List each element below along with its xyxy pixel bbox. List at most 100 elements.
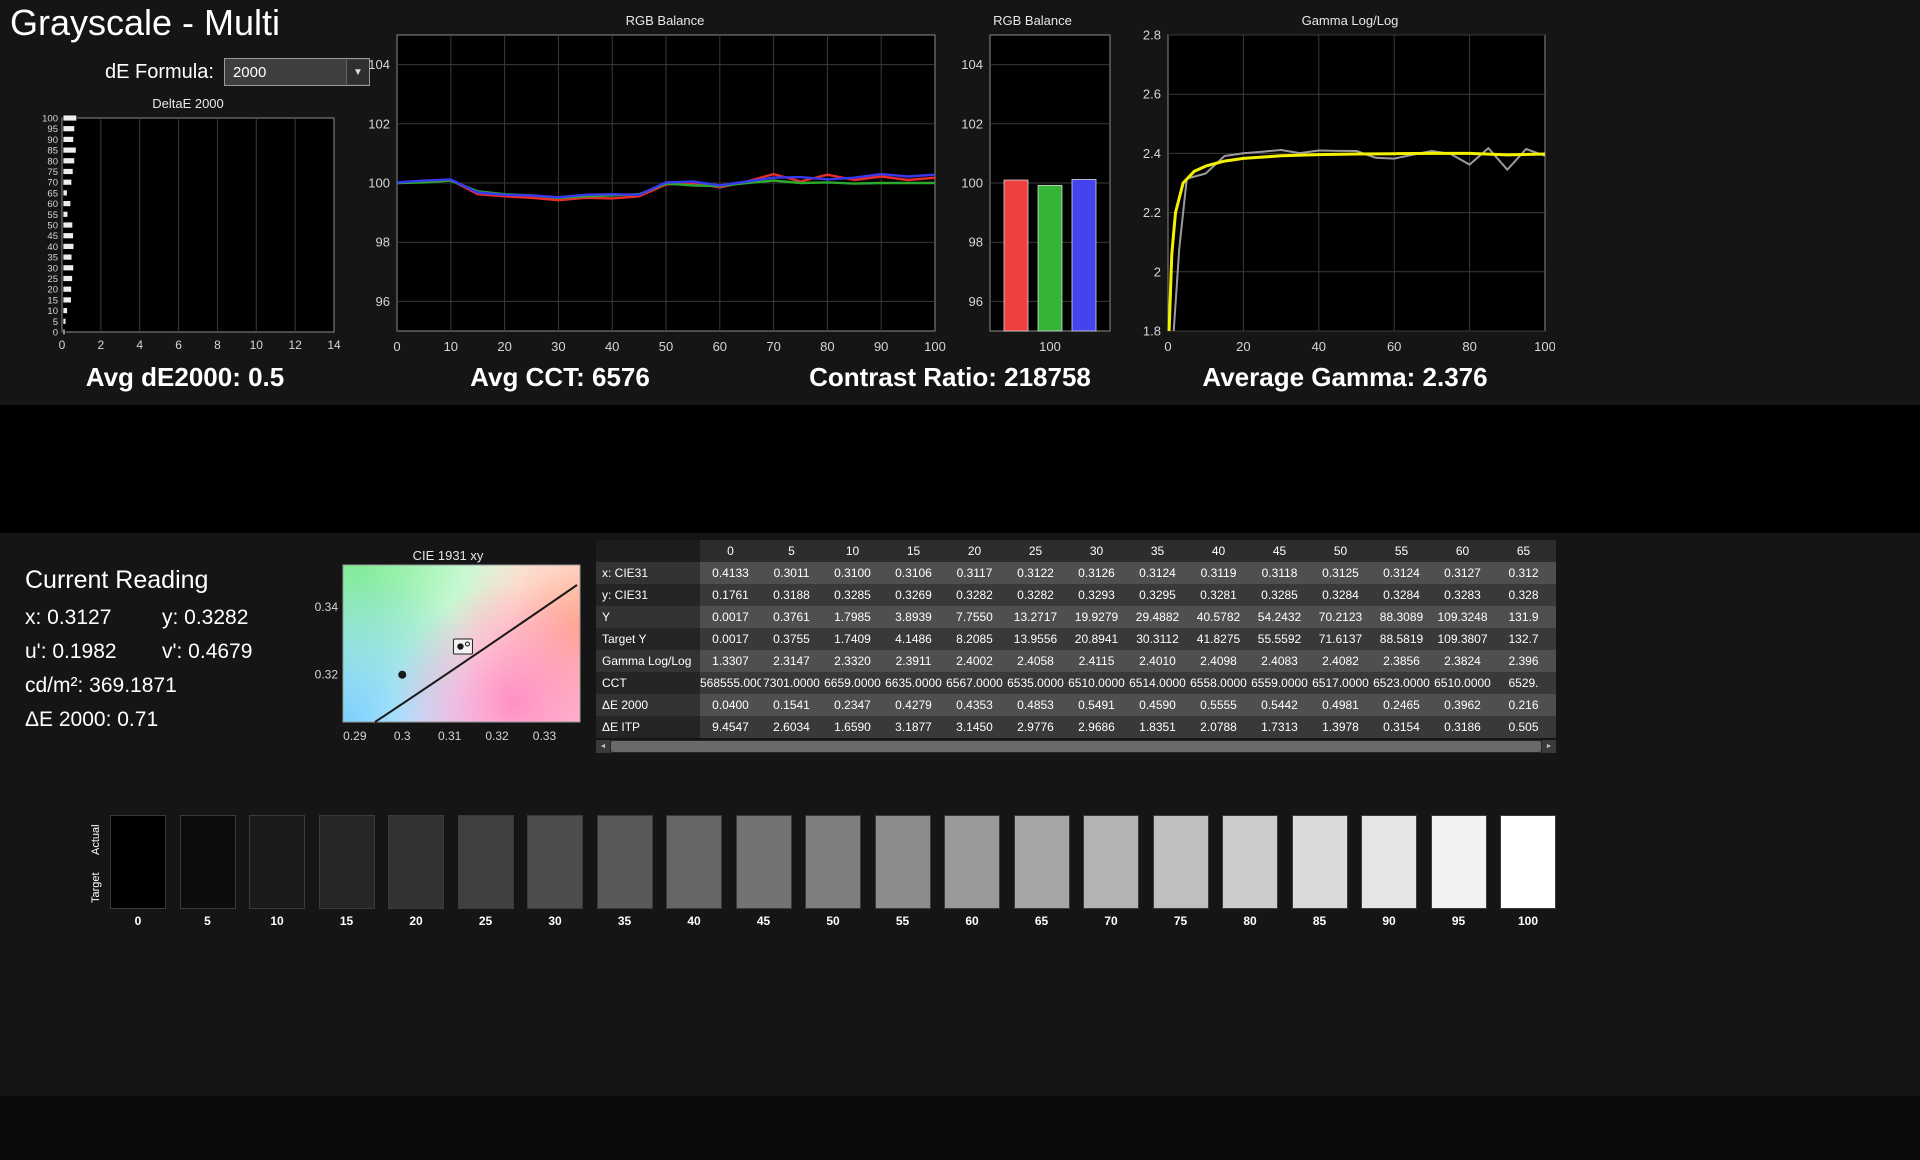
deltae-bar xyxy=(63,179,72,185)
grayscale-patch: 20 xyxy=(388,815,444,928)
table-value-cell: 0.3295 xyxy=(1127,584,1188,606)
grayscale-patch: 30 xyxy=(527,815,583,928)
axis-tick-label: 100 xyxy=(924,339,946,354)
table-value-cell: 0.0400 xyxy=(700,694,761,716)
reading-delta-e: ΔE 2000: 0.71 xyxy=(25,708,158,732)
axis-tick-label: 102 xyxy=(368,116,390,131)
axis-tick-label: 104 xyxy=(368,57,390,72)
table-value-cell: 3.1450 xyxy=(944,716,1005,738)
patch-selector-strip: 0510152025303540455055606570758085909510… xyxy=(0,1096,1920,1160)
table-value-cell: 131.9 xyxy=(1493,606,1554,628)
axis-tick-label: 0 xyxy=(1164,339,1171,354)
table-value-cell: 9.4547 xyxy=(700,716,761,738)
deltae-bar xyxy=(63,318,66,324)
table-horizontal-scrollbar[interactable]: ◄ ► xyxy=(596,740,1556,753)
axis-tick-label: 20 xyxy=(47,285,58,296)
grayscale-swatch-45 xyxy=(736,815,792,909)
table-value-cell: 0.3281 xyxy=(1188,584,1249,606)
blue-bar xyxy=(1072,179,1096,331)
stat-average-gamma: Average Gamma: 2.376 xyxy=(1170,362,1520,393)
axis-tick-label: 40 xyxy=(1312,339,1326,354)
grayscale-swatch-40 xyxy=(666,815,722,909)
axis-tick-label: 0.34 xyxy=(315,600,339,614)
table-row: CCT568555.00007301.00006659.00006635.000… xyxy=(596,672,1556,694)
swatch-level-label: 70 xyxy=(1083,914,1139,928)
cie-chart-overlay: 0.340.320.290.30.310.320.33 xyxy=(303,561,603,756)
grayscale-patch: 10 xyxy=(249,815,305,928)
table-value-cell: 1.7985 xyxy=(822,606,883,628)
reading-luminance: cd/m²: 369.1871 xyxy=(25,674,177,698)
table-value-cell: 0.2347 xyxy=(822,694,883,716)
reading-u: u': 0.1982 xyxy=(25,640,117,664)
table-row-label: ΔE ITP xyxy=(596,716,700,738)
stat-avg-de2000: Avg dE2000: 0.5 xyxy=(40,362,330,393)
table-value-cell: 6559.0000 xyxy=(1249,672,1310,694)
actual-side-label: Actual xyxy=(90,817,102,863)
calman-grayscale-page: Grayscale - Multi dE Formula: 2000 ▼ Del… xyxy=(0,0,1920,1160)
reading-x: x: 0.3127 xyxy=(25,606,111,630)
table-value-cell: 0.328 xyxy=(1493,584,1554,606)
table-value-cell: 2.3911 xyxy=(883,650,944,672)
grayscale-swatch-30 xyxy=(527,815,583,909)
grayscale-patch: 80 xyxy=(1222,815,1278,928)
table-row: ΔE 20000.04000.15410.23470.42790.43530.4… xyxy=(596,694,1556,716)
swatch-level-label: 45 xyxy=(736,914,792,928)
scrollbar-thumb[interactable] xyxy=(611,741,1541,752)
table-col-header: 60 xyxy=(1432,540,1493,562)
swatch-row: 0510152025303540455055606570758085909510… xyxy=(110,815,1556,928)
table-value-cell: 0.4353 xyxy=(944,694,1005,716)
table-value-cell: 0.3285 xyxy=(822,584,883,606)
table-value-cell: 0.1541 xyxy=(761,694,822,716)
table-value-cell: 2.3320 xyxy=(822,650,883,672)
swatch-level-label: 40 xyxy=(666,914,722,928)
scroll-right-button[interactable]: ► xyxy=(1542,740,1556,753)
axis-tick-label: 90 xyxy=(874,339,888,354)
table-value-cell: 6535.0000 xyxy=(1005,672,1066,694)
grayscale-swatch-35 xyxy=(597,815,653,909)
axis-tick-label: 100 xyxy=(368,176,390,191)
axis-tick-label: 0.32 xyxy=(315,668,339,682)
reference-point xyxy=(398,671,406,679)
measurement-table: 05101520253035404550556065x: CIE310.4133… xyxy=(596,540,1556,738)
table-value-cell: 2.0788 xyxy=(1188,716,1249,738)
deltae-bar xyxy=(63,115,77,121)
table-value-cell: 6514.0000 xyxy=(1127,672,1188,694)
axis-tick-label: 4 xyxy=(136,338,143,352)
grayscale-swatch-0 xyxy=(110,815,166,909)
axis-tick-label: 50 xyxy=(47,221,58,232)
grayscale-swatch-50 xyxy=(805,815,861,909)
swatch-level-label: 20 xyxy=(388,914,444,928)
grayscale-swatch-20 xyxy=(388,815,444,909)
grayscale-swatch-85 xyxy=(1292,815,1348,909)
grayscale-patch: 25 xyxy=(458,815,514,928)
swatch-level-label: 50 xyxy=(805,914,861,928)
measurement-point xyxy=(457,643,463,649)
table-value-cell: 0.3284 xyxy=(1371,584,1432,606)
axis-tick-label: 2 xyxy=(1154,264,1161,279)
table-value-cell: 0.3761 xyxy=(761,606,822,628)
axis-tick-label: 80 xyxy=(820,339,834,354)
scroll-left-button[interactable]: ◄ xyxy=(596,740,610,753)
table-value-cell: 1.3978 xyxy=(1310,716,1371,738)
table-col-header: 5 xyxy=(761,540,822,562)
de-formula-row: dE Formula: 2000 ▼ xyxy=(105,58,370,86)
axis-tick-label: 0.3 xyxy=(394,729,411,743)
axis-tick-label: 15 xyxy=(47,295,58,306)
table-col-header: 15 xyxy=(883,540,944,562)
table-value-cell: 0.5491 xyxy=(1066,694,1127,716)
table-value-cell: 2.4010 xyxy=(1127,650,1188,672)
axis-tick-label: 85 xyxy=(47,146,58,157)
axis-tick-label: 70 xyxy=(47,178,58,189)
axis-tick-label: 96 xyxy=(969,294,983,309)
table-value-cell: 6529. xyxy=(1493,672,1554,694)
axis-tick-label: 30 xyxy=(551,339,565,354)
current-reading-title: Current Reading xyxy=(25,566,208,595)
table-value-cell: 40.5782 xyxy=(1188,606,1249,628)
table-value-cell: 0.3100 xyxy=(822,562,883,584)
grayscale-swatch-65 xyxy=(1014,815,1070,909)
table-value-cell: 0.3118 xyxy=(1249,562,1310,584)
deltae-bar xyxy=(63,254,72,260)
deltae-bar xyxy=(63,190,67,196)
de-formula-dropdown[interactable]: 2000 ▼ xyxy=(224,58,370,86)
axis-tick-label: 104 xyxy=(961,57,983,72)
